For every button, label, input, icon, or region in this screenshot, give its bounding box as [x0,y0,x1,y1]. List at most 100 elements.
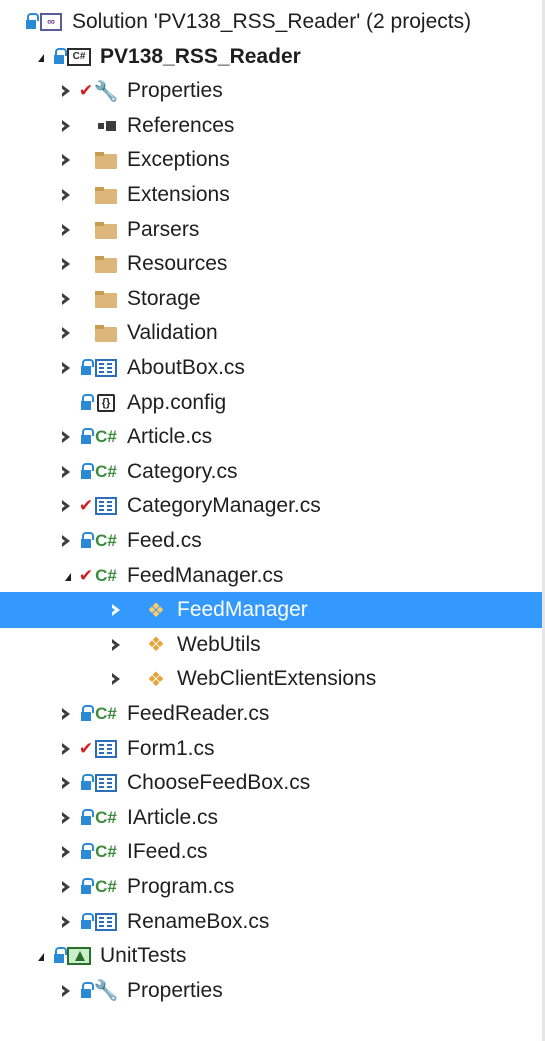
tree-row[interactable]: Storage [0,281,545,317]
collapsed-arrow-icon[interactable] [59,223,73,237]
source-control-lock-icon [79,359,94,377]
tree-item-label: Resources [127,252,228,276]
tree-item-label: Storage [127,286,201,310]
tree-row[interactable]: References [0,108,545,144]
tree-row[interactable]: C# Category.cs [0,454,545,490]
wrench-icon: 🔧 [93,80,119,103]
tree-row[interactable]: 🔧 Properties [0,973,545,1009]
tree-item-label: Properties [127,79,223,103]
tree-row[interactable]: AboutBox.cs [0,350,545,386]
tree-row[interactable]: Validation [0,315,545,351]
source-control-lock-icon [52,947,67,965]
source-control-lock-icon [24,13,39,31]
collapsed-arrow-icon[interactable] [59,326,73,340]
tree-row[interactable]: Resources [0,246,545,282]
csharp-file-icon: C# [95,565,117,585]
collapsed-arrow-icon[interactable] [59,119,73,133]
tree-row[interactable]: C# PV138_RSS_Reader [0,39,545,75]
collapsed-arrow-icon[interactable] [109,638,123,652]
collapsed-arrow-icon[interactable] [59,880,73,894]
source-control-lock-icon [79,705,94,723]
tree-row[interactable]: C# IFeed.cs [0,834,545,870]
collapsed-arrow-icon[interactable] [59,811,73,825]
tree-row[interactable]: ✔ 🔧 Properties [0,73,545,109]
tree-row[interactable]: C# FeedReader.cs [0,696,545,732]
collapsed-arrow-icon[interactable] [59,465,73,479]
collapsed-arrow-icon[interactable] [59,915,73,929]
tree-row[interactable]: ❖ WebUtils [0,627,545,663]
expanded-arrow-icon[interactable] [59,569,73,583]
collapsed-arrow-icon[interactable] [109,603,123,617]
solution-icon: ∞ [38,11,64,33]
tree-row[interactable]: Extensions [0,177,545,213]
tree-item-label: App.config [127,390,227,414]
tree-row[interactable]: C# Feed.cs [0,523,545,559]
source-control-lock-icon [79,981,94,1000]
tree-item-label: Program.cs [127,875,235,898]
wrench-icon: 🔧 [93,980,119,1003]
references-icon [93,115,119,137]
collapsed-arrow-icon[interactable] [59,361,73,375]
csharp-file-icon: C# [95,807,117,827]
tree-row[interactable]: RenameBox.cs [0,904,545,940]
collapsed-arrow-icon[interactable] [59,707,73,721]
collapsed-arrow-icon[interactable] [59,257,73,271]
tree-row[interactable]: ✔ Form1.cs [0,731,545,767]
form-icon [93,495,119,517]
tree-row[interactable]: UnitTests [0,938,545,974]
collapsed-arrow-icon[interactable] [59,499,73,513]
tree-item-label: Exceptions [127,148,230,172]
collapsed-arrow-icon[interactable] [109,672,123,686]
source-control-lock-icon [52,47,67,66]
tree-row[interactable]: {} App.config [0,385,545,421]
csharp-file-icon: C# [95,427,117,447]
tree-item-label: Validation [127,321,218,345]
folder-icon [93,322,119,344]
collapsed-arrow-icon[interactable] [59,84,73,98]
collapsed-arrow-icon[interactable] [59,188,73,202]
folder-icon [93,288,119,310]
source-control-lock-icon [79,462,94,481]
tree-item-label: Form1.cs [127,736,215,760]
collapsed-arrow-icon[interactable] [59,776,73,790]
tree-row[interactable]: Exceptions [0,142,545,178]
tree-item-label: FeedManager [177,598,308,622]
tree-item-label: WebClientExtensions [177,667,377,691]
tree-row[interactable]: Parsers [0,212,545,248]
collapsed-arrow-icon[interactable] [59,292,73,306]
tree-row[interactable]: ✔ CategoryManager.cs [0,488,545,524]
tree-item-label: Category.cs [127,459,238,483]
expanded-arrow-icon[interactable] [32,50,46,64]
tree-row[interactable]: ❖ FeedManager [0,592,545,629]
collapsed-arrow-icon[interactable] [59,984,73,998]
collapsed-arrow-icon[interactable] [59,153,73,167]
csharp-file-icon: C# [95,704,117,723]
solution-explorer-tree[interactable]: ∞ Solution 'PV138_RSS_Reader' (2 projects… [0,0,545,1041]
tree-row[interactable]: ChooseFeedBox.cs [0,765,545,801]
folder-icon [93,219,119,241]
folder-icon [93,149,119,171]
tree-row[interactable]: C# Article.cs [0,419,545,455]
tree-item-label: Feed.cs [127,529,202,552]
form-icon [93,357,119,379]
tree-item-label: PV138_RSS_Reader [100,44,301,68]
collapsed-arrow-icon[interactable] [59,742,73,756]
collapsed-arrow-icon[interactable] [59,534,73,548]
pending-edit-check-icon: ✔ [78,81,94,101]
tree-item-label: IArticle.cs [127,805,219,829]
tree-item-label: Solution 'PV138_RSS_Reader' (2 projects) [72,10,472,33]
expanded-arrow-icon[interactable] [32,949,46,963]
tree-item-label: Properties [127,978,223,1002]
class-icon: ❖ [147,599,165,622]
source-control-lock-icon [79,774,94,792]
tree-row[interactable]: C# Program.cs [0,869,545,905]
tree-row[interactable]: ✔ C# FeedManager.cs [0,558,545,594]
collapsed-arrow-icon[interactable] [59,845,73,859]
tree-item-label: Article.cs [127,425,213,449]
config-icon: {} [93,392,119,414]
tree-row[interactable]: C# IArticle.cs [0,800,545,836]
tree-row[interactable]: ❖ WebClientExtensions [0,661,545,697]
collapsed-arrow-icon[interactable] [59,430,73,444]
tree-row[interactable]: ∞ Solution 'PV138_RSS_Reader' (2 projects… [0,4,545,40]
source-control-lock-icon [79,843,94,861]
